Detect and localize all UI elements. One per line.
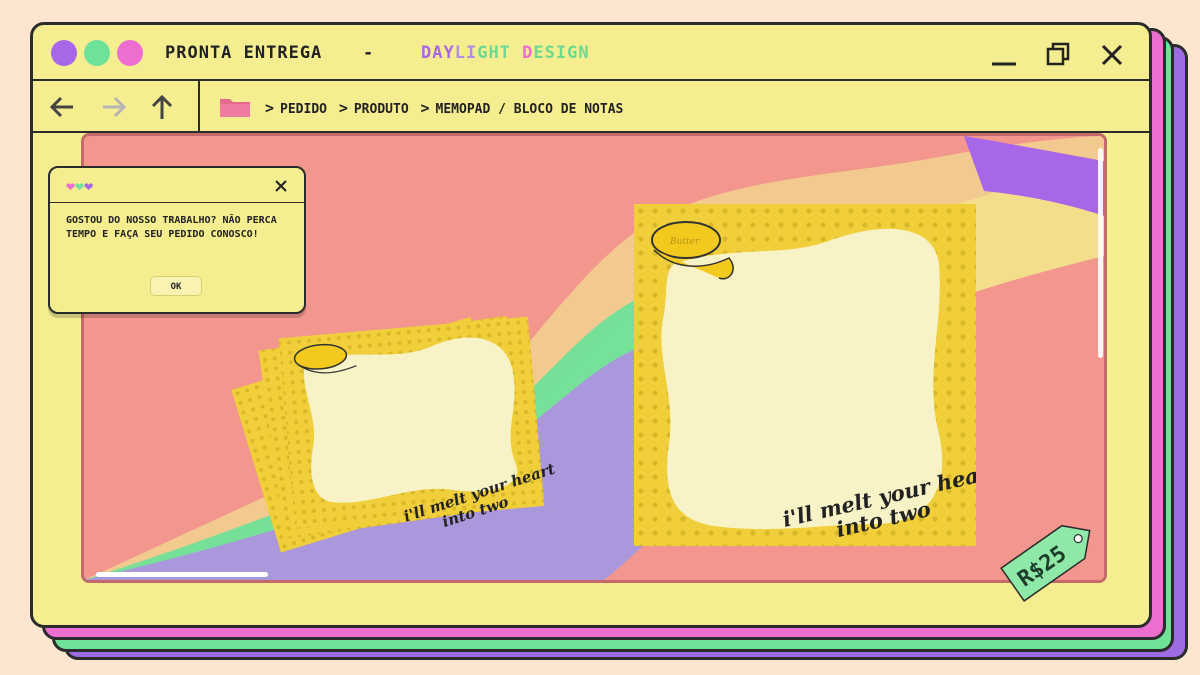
promo-dialog: ❤❤❤ GOSTOU DO NOSSO TRABALHO? NÃO PERCA … <box>48 166 306 314</box>
butter-label: Butter <box>669 237 700 247</box>
breadcrumb-item-memopad[interactable]: MEMOPAD / BLOCO DE NOTAS <box>436 102 624 117</box>
vertical-scrollbar[interactable] <box>1098 148 1103 358</box>
price-tag: R$25 <box>1000 524 1091 602</box>
dialog-header: ❤❤❤ <box>50 168 304 203</box>
memopad-stack-image: i'll melt your heart into two <box>232 315 557 553</box>
window-dot-green[interactable] <box>84 40 110 66</box>
title-separator: - <box>363 43 374 63</box>
brand-part: LI <box>454 43 478 63</box>
breadcrumb-item-pedido[interactable]: PEDIDO <box>280 102 327 117</box>
memopad-large-image: Butter i'll melt your heart into two <box>634 204 976 546</box>
breadcrumb-separator: > <box>338 99 348 117</box>
up-arrow-icon[interactable] <box>147 93 177 121</box>
breadcrumb-item-produto[interactable]: PRODUTO <box>354 102 409 117</box>
brand-name: DAYLIGHT DESIGN <box>421 43 590 63</box>
folder-icon <box>220 99 250 117</box>
close-icon[interactable] <box>1096 39 1128 71</box>
back-arrow-icon[interactable] <box>47 93 77 121</box>
brand-part: GHT <box>477 43 523 63</box>
title-bar: PRONTA ENTREGA - DAYLIGHT DESIGN <box>33 25 1149 81</box>
hearts-icon: ❤❤❤ <box>66 177 94 195</box>
navigation-bar: > PEDIDO > PRODUTO > MEMOPAD / BLOCO DE NOT… <box>33 81 1149 133</box>
horizontal-scrollbar[interactable] <box>96 572 268 577</box>
breadcrumb-separator: > <box>420 99 430 117</box>
forward-arrow-icon[interactable] <box>99 93 129 121</box>
brand-part: D <box>522 43 534 63</box>
dialog-message: GOSTOU DO NOSSO TRABALHO? NÃO PERCA TEMP… <box>66 215 277 240</box>
brand-part: DAY <box>421 43 455 63</box>
ok-button[interactable]: OK <box>150 276 202 296</box>
window-title: PRONTA ENTREGA <box>165 43 323 63</box>
maximize-icon[interactable] <box>1043 39 1075 71</box>
breadcrumb-separator: > <box>265 99 275 117</box>
nav-divider <box>198 81 200 133</box>
breadcrumb: > PEDIDO > PRODUTO > MEMOPAD / BLOCO DE NOT… <box>265 99 623 117</box>
window-dot-purple[interactable] <box>51 40 77 66</box>
minimize-icon[interactable] <box>988 39 1020 71</box>
window-dot-pink[interactable] <box>117 40 143 66</box>
dialog-close-icon[interactable] <box>274 179 288 193</box>
brand-part: ESIGN <box>533 43 590 63</box>
